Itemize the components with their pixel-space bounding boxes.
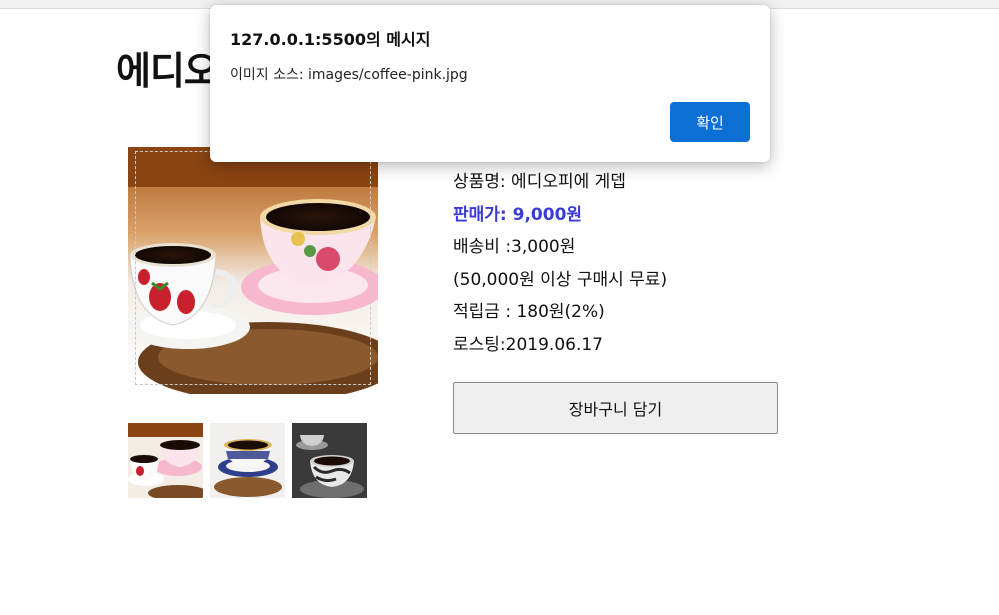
add-to-cart-button[interactable]: 장바구니 담기: [453, 382, 778, 434]
coffee-blue-thumb-image: [210, 423, 285, 498]
thumbnail-coffee-pink[interactable]: [128, 423, 203, 498]
product-price: 판매가: 9,000원: [453, 204, 583, 225]
alert-dialog: 127.0.0.1:5500의 메시지 이미지 소스: images/coffe…: [210, 5, 770, 162]
alert-ok-button[interactable]: 확인: [670, 102, 750, 142]
coffee-pink-thumb-image: [128, 423, 203, 498]
main-product-image: [128, 147, 378, 394]
thumbnail-coffee-gray[interactable]: [292, 423, 367, 498]
thumbnail-list: [128, 423, 367, 498]
shipping-fee: 배송비 :3,000원: [453, 237, 576, 257]
reward-points: 적립금 : 180원(2%): [453, 302, 605, 322]
free-shipping-note: (50,000원 이상 구매시 무료): [453, 269, 668, 290]
product-name: 상품명: 에디오피에 게뎁: [453, 172, 626, 192]
coffee-gray-thumb-image: [292, 423, 367, 498]
roasting-date: 로스팅:2019.06.17: [453, 334, 603, 355]
alert-message: 이미지 소스: images/coffee-pink.jpg: [230, 67, 468, 83]
coffee-pink-photo: [128, 147, 378, 394]
product-info: 상품명: 에디오피에 게뎁 판매가: 9,000원 배송비 :3,000원 (5…: [453, 166, 667, 361]
thumbnail-coffee-blue[interactable]: [210, 423, 285, 498]
alert-title: 127.0.0.1:5500의 메시지: [230, 30, 431, 49]
